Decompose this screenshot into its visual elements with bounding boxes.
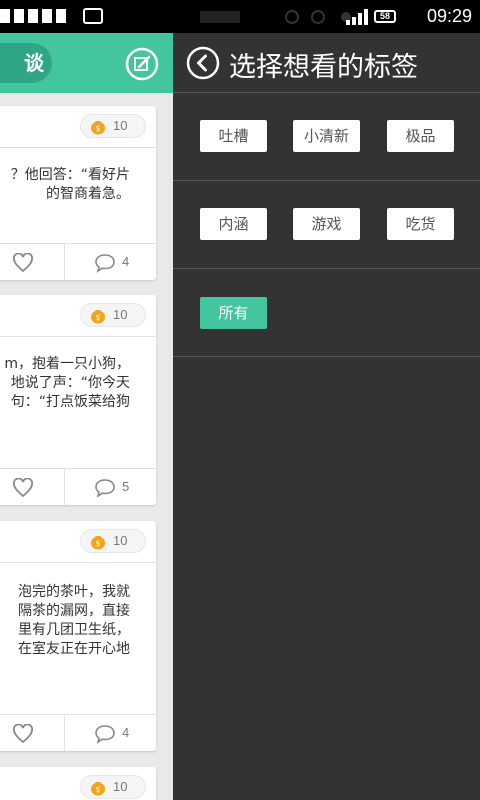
heart-icon[interactable] (12, 724, 34, 744)
status-bar: 58 09:29 (0, 0, 480, 33)
svg-text:$: $ (95, 539, 100, 548)
feed-header: 谈 (0, 33, 173, 93)
feed-card[interactable]: $ 10 泡完的茶叶，我就 隔茶的漏网，直接 里有几团卫生纸， 在室友正在开心地… (0, 521, 156, 751)
divider (64, 715, 65, 751)
edit-icon[interactable] (125, 47, 159, 81)
divider (173, 268, 480, 269)
comment-icon[interactable] (94, 724, 116, 744)
coin-badge: $ 10 (80, 303, 146, 327)
card-text-line: 的智商着急。 (46, 186, 130, 202)
coin-badge: $ 10 (80, 114, 146, 138)
notification-icons (0, 8, 103, 24)
back-arrow-icon[interactable] (186, 46, 220, 80)
svg-text:$: $ (95, 124, 100, 133)
card-text-line: 隔茶的漏网，直接 (18, 603, 130, 619)
status-time: 09:29 (426, 6, 472, 26)
page-title: 选择想看的标签 (229, 52, 418, 83)
system-icons (200, 10, 351, 24)
card-text-line: 地说了声：“你今天 (10, 375, 130, 391)
feed-tab[interactable]: 谈 (0, 43, 52, 83)
divider (0, 147, 156, 148)
coin-bag-icon: $ (91, 536, 105, 550)
card-text-line: 句：“打点饭菜给狗 (10, 394, 130, 410)
card-text-line: 泡完的茶叶，我就 (18, 584, 130, 600)
tag-tucao[interactable]: 吐槽 (200, 120, 267, 152)
svg-text:$: $ (95, 785, 100, 794)
card-text-line: ？他回答：“看好片 (10, 167, 130, 183)
heart-icon[interactable] (12, 253, 34, 273)
card-actions: 4 (0, 243, 156, 280)
heart-icon[interactable] (12, 478, 34, 498)
drawer-header: 选择想看的标签 (173, 33, 480, 93)
feed-card[interactable]: $ 10 (0, 767, 156, 800)
svg-text:$: $ (95, 313, 100, 322)
coin-badge: $ 10 (80, 775, 146, 799)
card-actions: 4 (0, 714, 156, 751)
divider (173, 180, 480, 181)
coin-bag-icon: $ (91, 310, 105, 324)
tag-chihuo[interactable]: 吃货 (387, 208, 454, 240)
coin-badge: $ 10 (80, 529, 146, 553)
divider (0, 336, 156, 337)
coin-bag-icon: $ (91, 782, 105, 796)
comment-icon[interactable] (94, 478, 116, 498)
divider (0, 562, 156, 563)
divider (173, 92, 480, 93)
feed-panel: 谈 $ 10 ？他回答：“看好片 的智商着急。 4 $ 10 m，抱着一只小狗，… (0, 33, 173, 800)
tag-neihan[interactable]: 内涵 (200, 208, 267, 240)
comment-icon[interactable] (94, 253, 116, 273)
card-actions: 5 (0, 468, 156, 505)
battery-icon: 58 (374, 10, 396, 23)
tag-xiaoqingxin[interactable]: 小清新 (293, 120, 360, 152)
card-text-line: 在室友正在开心地 (18, 641, 130, 657)
tag-jipin[interactable]: 极品 (387, 120, 454, 152)
card-text-line: 里有几团卫生纸， (18, 622, 130, 638)
tag-all[interactable]: 所有 (200, 297, 267, 329)
feed-card[interactable]: $ 10 m，抱着一只小狗， 地说了声：“你今天 句：“打点饭菜给狗 5 (0, 295, 156, 505)
signal-icon (346, 9, 368, 25)
tag-youxi[interactable]: 游戏 (293, 208, 360, 240)
divider (64, 469, 65, 505)
tag-drawer: 选择想看的标签 吐槽 小清新 极品 内涵 游戏 吃货 所有 (173, 33, 480, 800)
card-text-line: m，抱着一只小狗， (4, 356, 130, 372)
divider (173, 356, 480, 357)
divider (64, 244, 65, 280)
feed-card[interactable]: $ 10 ？他回答：“看好片 的智商着急。 4 (0, 106, 156, 280)
coin-bag-icon: $ (91, 121, 105, 135)
